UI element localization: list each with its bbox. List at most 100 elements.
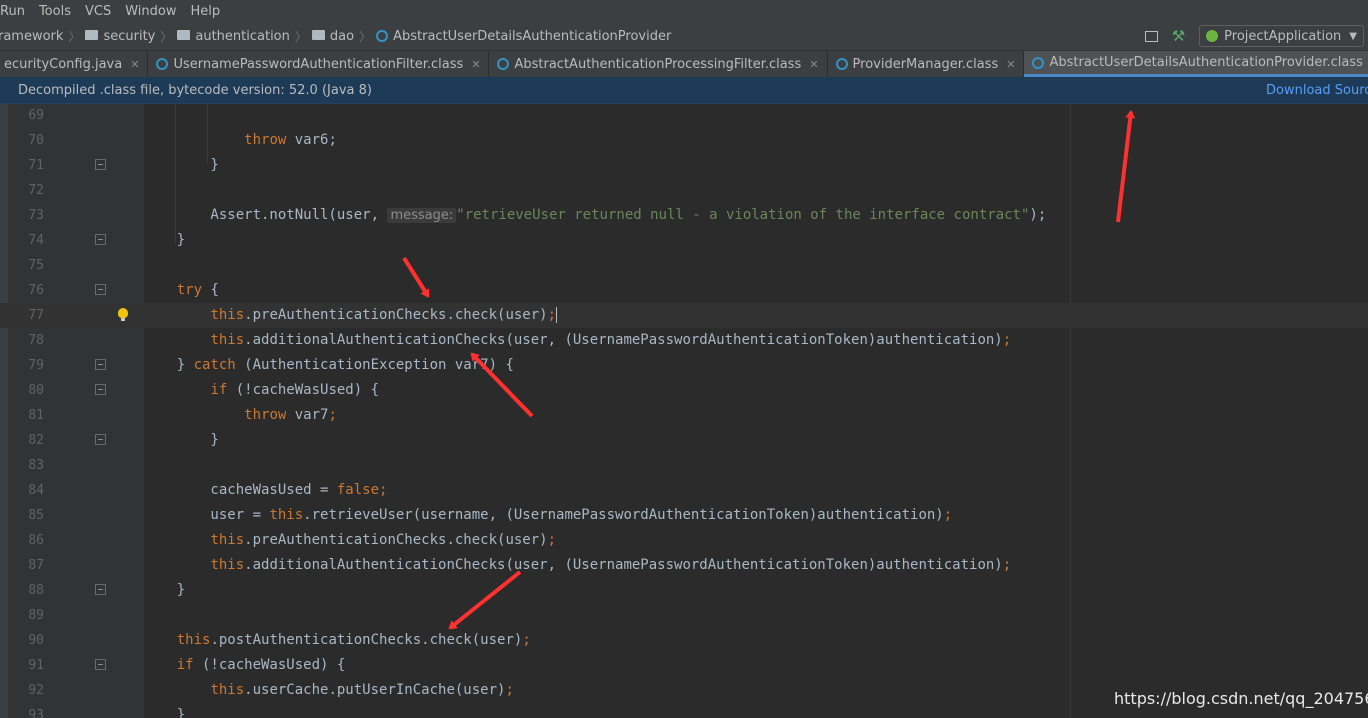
- code-token: var7: [286, 407, 329, 423]
- code-line[interactable]: 74 }: [0, 228, 1368, 253]
- code-line[interactable]: 73 Assert.notNull(user, message: "retriev…: [0, 203, 1368, 228]
- breadcrumb-label: dao: [329, 28, 355, 44]
- tab-label: AbstractAuthenticationProcessingFilter.c…: [514, 56, 802, 72]
- line-number: 71: [28, 158, 44, 173]
- code-editor[interactable]: 69 70 throw var6; 71 } 72 73 Assert.notNull(…: [0, 104, 1368, 718]
- fold-icon[interactable]: [95, 284, 106, 295]
- line-number: 72: [28, 183, 44, 198]
- code-line[interactable]: 82 }: [0, 428, 1368, 453]
- menu-bar: Run Tools VCS Window Help: [0, 0, 1368, 22]
- code-line[interactable]: 72: [0, 178, 1368, 203]
- code-line[interactable]: 70 throw var6;: [0, 128, 1368, 153]
- fold-icon[interactable]: [95, 659, 106, 670]
- code-token: }: [143, 157, 219, 173]
- menu-help[interactable]: Help: [184, 4, 228, 19]
- code-token: ;: [547, 307, 557, 323]
- code-token: user =: [143, 507, 270, 523]
- line-number: 70: [28, 133, 44, 148]
- code-line[interactable]: 81 throw var7;: [0, 403, 1368, 428]
- chevron-down-icon: ▼: [1349, 30, 1357, 42]
- code-line[interactable]: 85 user = this.retrieveUser(username, (U…: [0, 503, 1368, 528]
- fold-icon[interactable]: [95, 359, 106, 370]
- code-line[interactable]: 88 }: [0, 578, 1368, 603]
- code-line[interactable]: 84 cacheWasUsed = false;: [0, 478, 1368, 503]
- code-line[interactable]: 71 }: [0, 153, 1368, 178]
- class-file-icon: [835, 58, 848, 70]
- editor-tab[interactable]: AbstractUserDetailsAuthenticationProvide…: [1024, 51, 1368, 77]
- code-line[interactable]: 75: [0, 253, 1368, 278]
- code-line[interactable]: 78 this.additionalAuthenticationChecks(u…: [0, 328, 1368, 353]
- fold-icon[interactable]: [95, 384, 106, 395]
- breadcrumb-item[interactable]: security: [85, 29, 155, 44]
- run-config-select[interactable]: ProjectApplication ▼: [1199, 25, 1364, 47]
- code-token: (!cacheWasUsed) {: [227, 382, 380, 398]
- code-text: this.additionalAuthenticationChecks(user…: [143, 553, 1011, 578]
- code-token: ;: [522, 632, 531, 648]
- line-number: 76: [28, 283, 44, 298]
- code-line[interactable]: 90 this.postAuthenticationChecks.check(u…: [0, 628, 1368, 653]
- code-token: }: [143, 357, 194, 373]
- code-line[interactable]: 76 try {: [0, 278, 1368, 303]
- banner-text: Decompiled .class file, bytecode version…: [18, 82, 372, 98]
- lightbulb-icon[interactable]: [118, 308, 128, 321]
- code-line[interactable]: 91 if (!cacheWasUsed) {: [0, 653, 1368, 678]
- line-number: 86: [28, 533, 44, 548]
- breadcrumb-item[interactable]: authentication: [177, 29, 290, 44]
- fold-icon[interactable]: [95, 234, 106, 245]
- menu-tools[interactable]: Tools: [33, 4, 79, 19]
- build-hammer-icon[interactable]: ⚒: [1172, 27, 1185, 45]
- breadcrumb-label: security: [103, 28, 156, 44]
- close-icon[interactable]: ✕: [1006, 58, 1015, 71]
- menu-window[interactable]: Window: [119, 4, 184, 19]
- close-icon[interactable]: ✕: [130, 58, 139, 71]
- breadcrumb-item[interactable]: dao: [311, 28, 355, 44]
- code-line[interactable]: 83: [0, 453, 1368, 478]
- layout-icon[interactable]: [1144, 30, 1158, 42]
- fold-icon[interactable]: [95, 434, 106, 445]
- code-token: this: [210, 682, 245, 698]
- navigation-bar: ramework 〉 security 〉 authentication 〉 dao 〉 Abs…: [0, 22, 1368, 51]
- code-line[interactable]: 87 this.additionalAuthenticationChecks(u…: [0, 553, 1368, 578]
- code-token: false;: [336, 482, 388, 498]
- code-line[interactable]: 89: [0, 603, 1368, 628]
- line-number: 92: [28, 683, 44, 698]
- code-text: }: [143, 228, 185, 253]
- code-token: throw: [244, 407, 287, 423]
- menu-vcs[interactable]: VCS: [79, 4, 119, 19]
- code-text: this.additionalAuthenticationChecks(user…: [143, 328, 1011, 353]
- code-line[interactable]: 79 } catch (AuthenticationException var7…: [0, 353, 1368, 378]
- code-line[interactable]: 77 this.preAuthenticationChecks.check(us…: [0, 303, 1368, 328]
- code-token: .additionalAuthenticationChecks(user, (U…: [244, 332, 1003, 348]
- code-token: {: [202, 282, 219, 298]
- code-text: throw var7;: [143, 403, 337, 428]
- breadcrumb-item[interactable]: AbstractUserDetailsAuthenticationProvide…: [376, 29, 671, 44]
- breadcrumb-item[interactable]: ramework: [0, 29, 63, 44]
- download-sources-link[interactable]: Download Sources: [1266, 83, 1368, 98]
- line-number: 69: [28, 108, 44, 123]
- code-text: if (!cacheWasUsed) {: [143, 653, 346, 678]
- editor-tab[interactable]: ecurityConfig.java ✕: [0, 51, 149, 77]
- line-number: 77: [28, 308, 44, 323]
- close-icon[interactable]: ✕: [471, 58, 480, 71]
- menu-run[interactable]: Run: [0, 4, 33, 19]
- run-config-label: ProjectApplication: [1224, 28, 1342, 44]
- breadcrumb-label: AbstractUserDetailsAuthenticationProvide…: [393, 28, 672, 44]
- editor-tab[interactable]: ProviderManager.class ✕: [828, 51, 1025, 77]
- code-text: }: [143, 578, 185, 603]
- editor-tab[interactable]: AbstractAuthenticationProcessingFilter.c…: [489, 51, 828, 77]
- editor-tab[interactable]: UsernamePasswordAuthenticationFilter.cla…: [148, 51, 490, 77]
- code-line[interactable]: 69: [0, 104, 1368, 128]
- code-line[interactable]: 86 this.preAuthenticationChecks.check(us…: [0, 528, 1368, 553]
- line-number: 91: [28, 658, 44, 673]
- code-line[interactable]: 80 if (!cacheWasUsed) {: [0, 378, 1368, 403]
- fold-icon[interactable]: [95, 584, 106, 595]
- line-number: 74: [28, 233, 44, 248]
- fold-icon[interactable]: [95, 159, 106, 170]
- code-token: .preAuthenticationChecks.check(user): [244, 307, 548, 323]
- close-icon[interactable]: ✕: [809, 58, 818, 71]
